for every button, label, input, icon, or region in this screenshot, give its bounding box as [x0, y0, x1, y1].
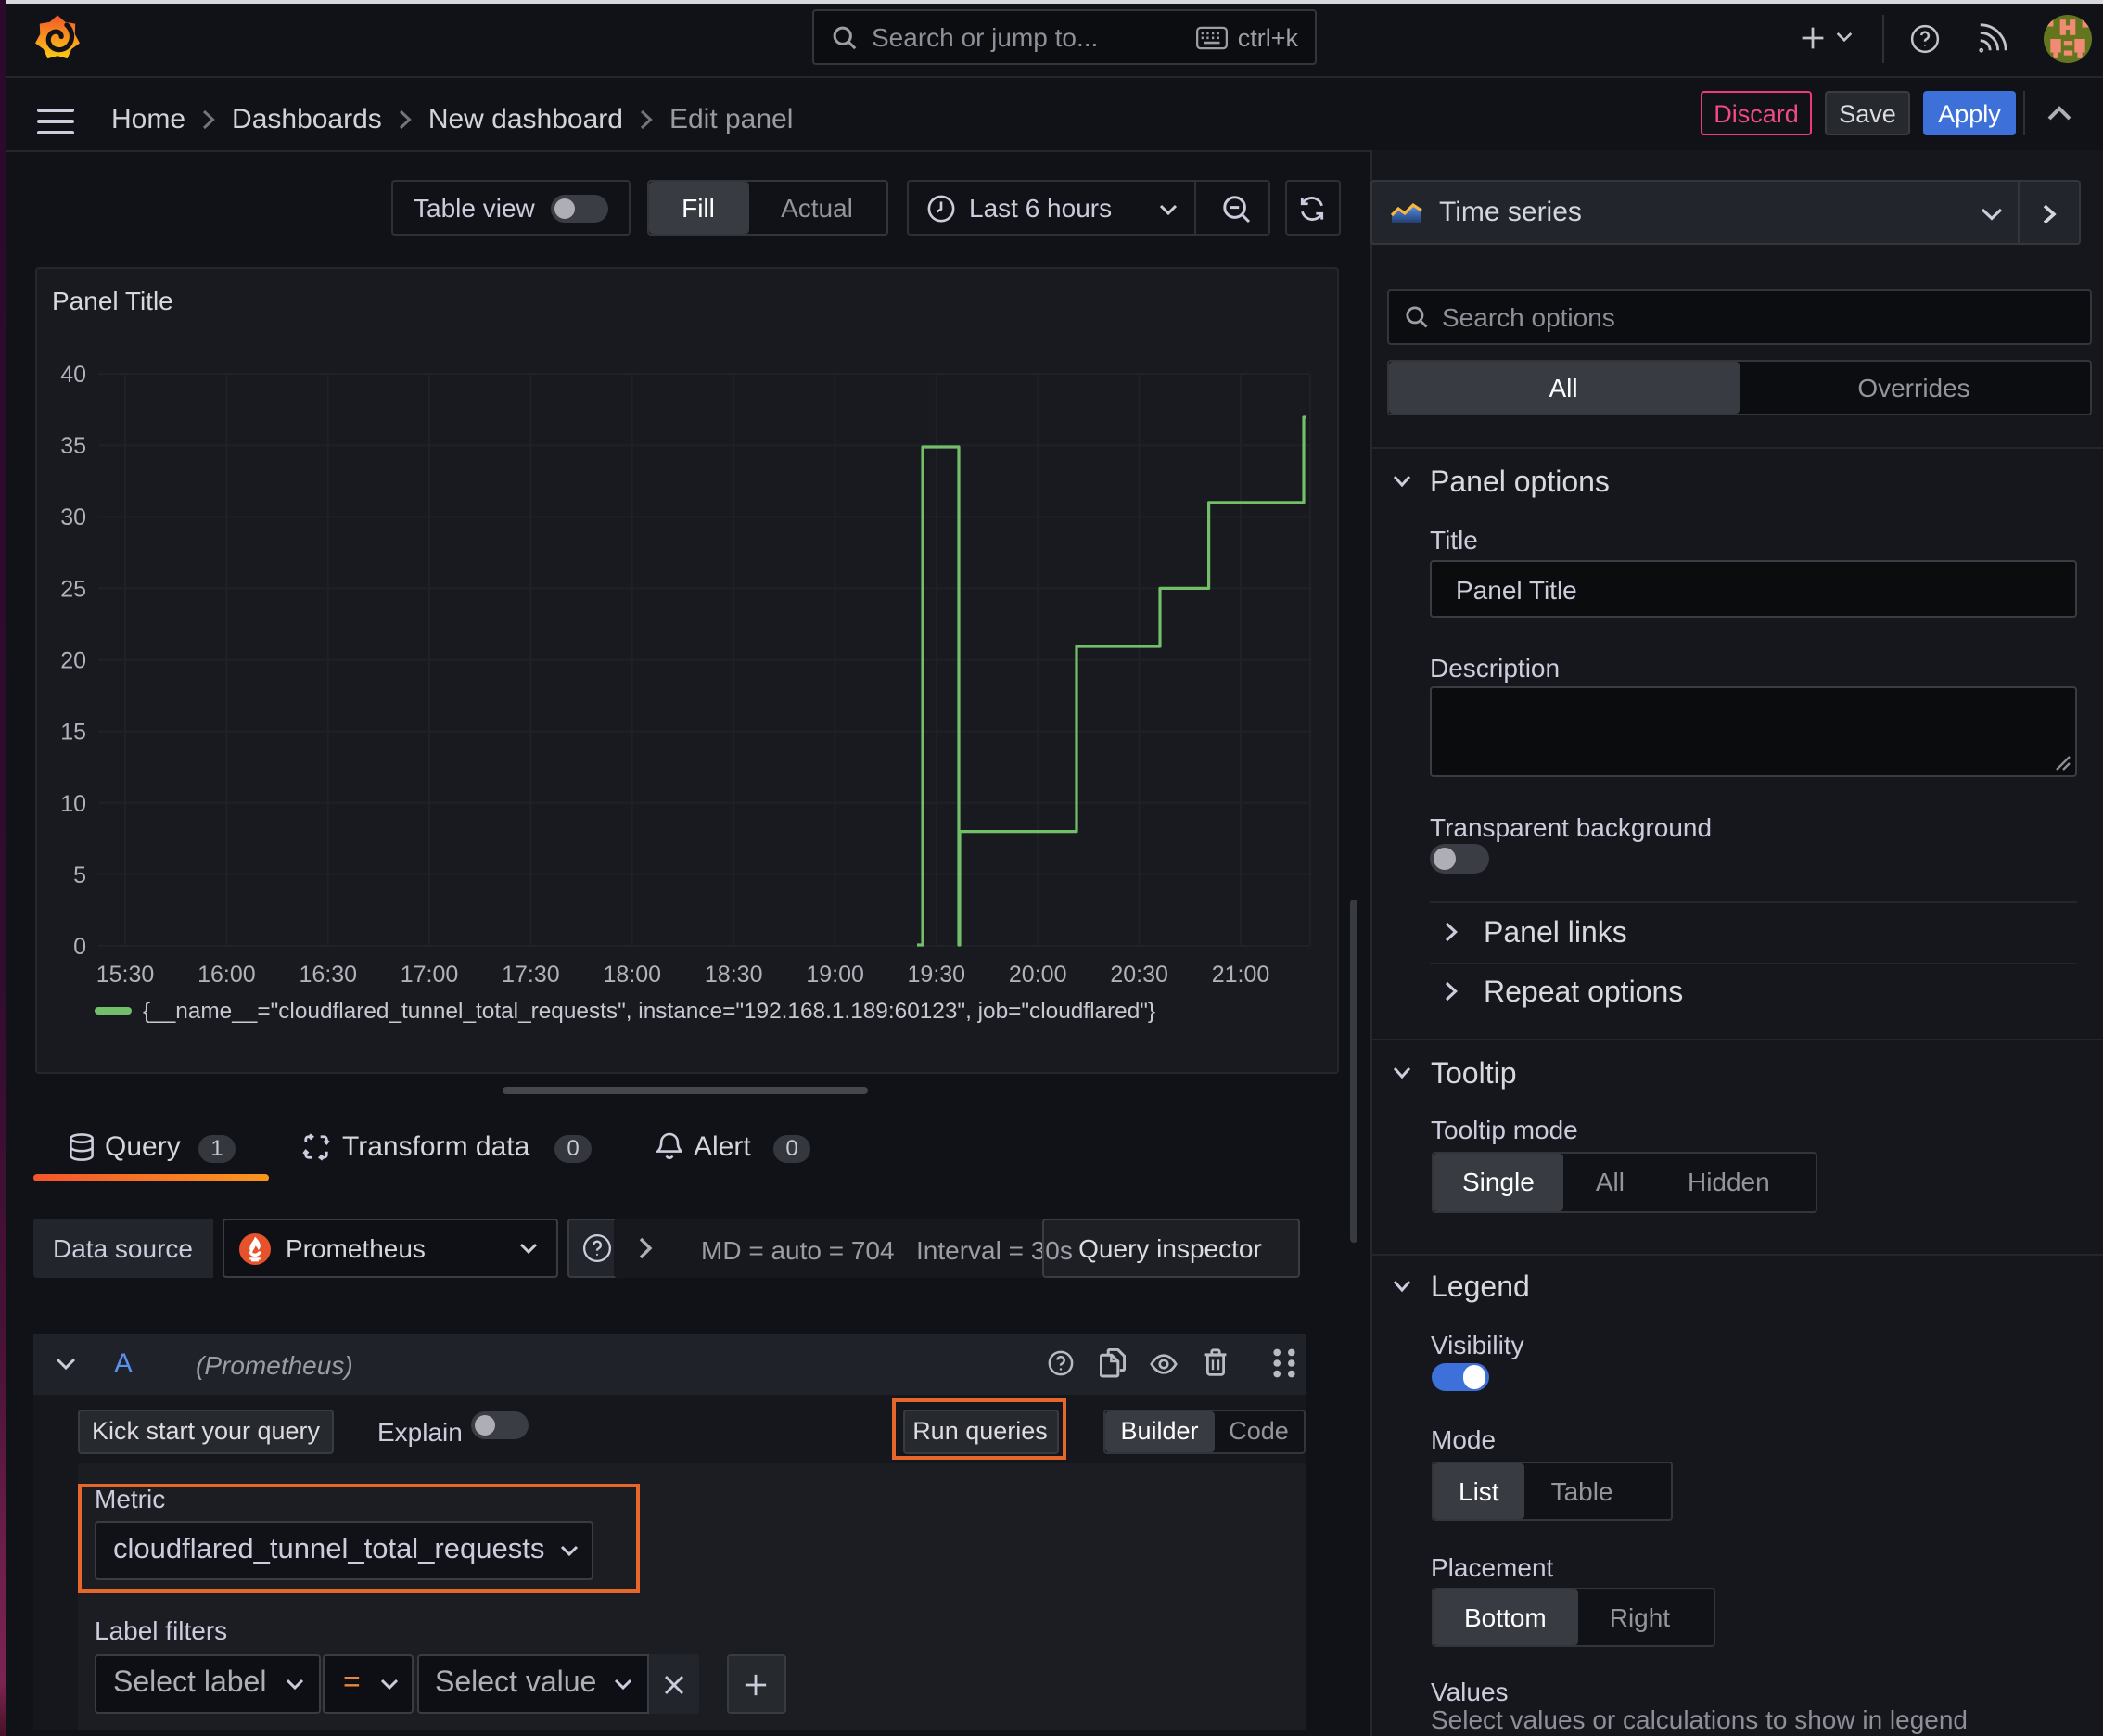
svg-text:40: 40 [60, 362, 86, 388]
svg-text:10: 10 [60, 791, 86, 817]
svg-text:19:00: 19:00 [806, 962, 864, 988]
svg-text:16:30: 16:30 [300, 962, 358, 988]
svg-text:21:00: 21:00 [1212, 962, 1270, 988]
svg-text:16:00: 16:00 [198, 962, 256, 988]
svg-text:20:00: 20:00 [1009, 962, 1067, 988]
svg-text:17:30: 17:30 [502, 962, 560, 988]
svg-text:17:00: 17:00 [401, 962, 459, 988]
svg-text:19:30: 19:30 [908, 962, 966, 988]
svg-text:5: 5 [73, 862, 86, 888]
svg-text:15: 15 [60, 720, 86, 746]
svg-text:30: 30 [60, 504, 86, 530]
svg-text:35: 35 [60, 433, 86, 459]
svg-text:20:30: 20:30 [1110, 962, 1168, 988]
svg-text:20: 20 [60, 648, 86, 674]
svg-text:18:30: 18:30 [705, 962, 763, 988]
svg-text:15:30: 15:30 [96, 962, 155, 988]
svg-text:18:00: 18:00 [604, 962, 662, 988]
svg-text:0: 0 [73, 934, 86, 960]
svg-text:25: 25 [60, 576, 86, 602]
